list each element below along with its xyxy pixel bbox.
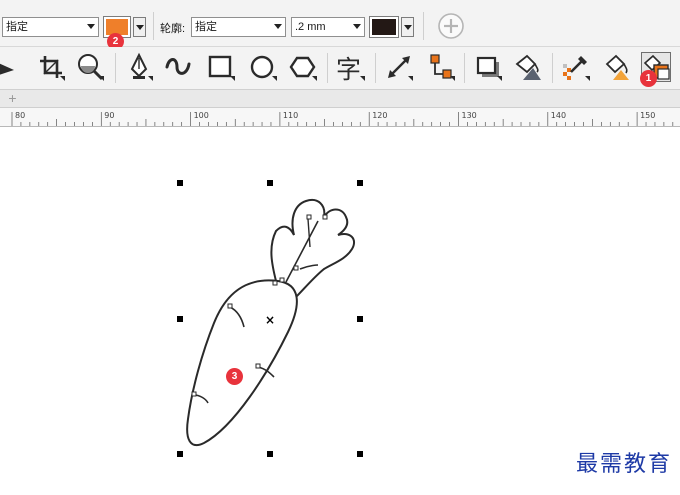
leaf-vein [299, 264, 319, 270]
connector-icon [430, 54, 455, 81]
fill-dropdown[interactable]: 指定 [2, 17, 99, 37]
center-marker: × [265, 313, 275, 327]
transparency-icon [515, 54, 541, 80]
interactive-fill-tool[interactable] [603, 52, 633, 82]
eyedropper-icon [563, 56, 590, 81]
dimension-tool[interactable] [384, 52, 414, 82]
outline-width-value: .2 mm [295, 21, 326, 33]
carrot-body [186, 279, 298, 447]
divider [464, 53, 465, 83]
add-document-plus-icon[interactable]: + [5, 91, 20, 106]
ruler-label: 150 [640, 111, 655, 120]
drop-shadow-tool[interactable] [473, 52, 503, 82]
outline-color-swatch[interactable] [369, 16, 399, 38]
texture-line [229, 306, 245, 328]
outline-color-dropdown-button[interactable] [401, 17, 414, 37]
horizontal-ruler: 80 90 100 110 120 130 140 150 [0, 108, 680, 127]
ruler-label: 100 [194, 111, 209, 120]
transparency-tool[interactable] [513, 52, 543, 82]
ruler-label: 140 [551, 111, 566, 120]
connector-tool[interactable] [426, 52, 456, 82]
paint-bucket-icon [605, 54, 629, 80]
outline-dropdown-value: 指定 [195, 21, 217, 33]
outline-width-dropdown[interactable]: .2 mm [291, 17, 365, 37]
divider [375, 53, 376, 83]
chevron-down-icon [404, 25, 412, 30]
chevron-down-icon [274, 24, 282, 29]
leaf-vein [307, 218, 311, 248]
squiggle-icon [165, 58, 191, 75]
magnifier-icon [78, 54, 104, 81]
crop-icon [40, 56, 65, 81]
badge-3: 3 [226, 368, 243, 385]
ruler-label: 120 [372, 111, 387, 120]
ruler-label: 80 [15, 111, 25, 120]
divider [423, 12, 424, 40]
fill-dropdown-value: 指定 [6, 21, 28, 33]
carrot-drawing[interactable]: × [0, 127, 680, 492]
toolbox: 字 1 [0, 47, 680, 90]
watermark: 最需教育 [575, 452, 672, 477]
text-tool[interactable]: 字 [336, 52, 366, 84]
pen-tool[interactable] [124, 52, 154, 82]
ellipse-tool[interactable] [248, 52, 278, 82]
document-tab-bar: + [0, 90, 680, 108]
chevron-down-icon [353, 24, 361, 29]
fill-color-dropdown-button[interactable] [133, 17, 146, 37]
drawing-canvas[interactable]: × 3 最需教育 [0, 127, 680, 492]
property-bar: 指定 2 轮廓: 指定 .2 mm [0, 0, 680, 50]
chevron-down-icon [87, 24, 95, 29]
divider [552, 53, 553, 83]
ruler-ticks: 80 90 100 110 120 130 140 150 [11, 111, 674, 126]
badge-1: 1 [640, 70, 657, 87]
eyedropper-tool[interactable] [561, 52, 591, 82]
hexagon-icon [289, 56, 317, 81]
plus-circle-icon[interactable] [437, 12, 465, 40]
drop-shadow-icon [476, 56, 502, 81]
diagonal-dimension-icon [388, 56, 413, 81]
crop-tool[interactable] [36, 52, 66, 82]
polygon-tool[interactable] [288, 52, 318, 82]
outline-color-chip [372, 19, 396, 35]
curve-tool[interactable] [163, 52, 193, 82]
ellipse-icon [250, 55, 277, 81]
divider [115, 53, 116, 83]
ruler-label: 130 [462, 111, 477, 120]
outline-label: 轮廓: [160, 23, 186, 35]
pen-nib-icon [130, 52, 153, 81]
ruler-label: 110 [283, 111, 298, 120]
rectangle-tool[interactable] [206, 52, 236, 82]
outline-style-dropdown[interactable]: 指定 [191, 17, 286, 37]
zoom-tool[interactable] [75, 52, 105, 82]
arrow-icon [0, 63, 14, 75]
chevron-down-icon [136, 25, 144, 30]
rectangle-icon [208, 55, 235, 81]
divider [327, 53, 328, 83]
pick-tool[interactable] [0, 52, 22, 82]
divider [153, 12, 154, 40]
ruler-label: 90 [104, 111, 114, 120]
